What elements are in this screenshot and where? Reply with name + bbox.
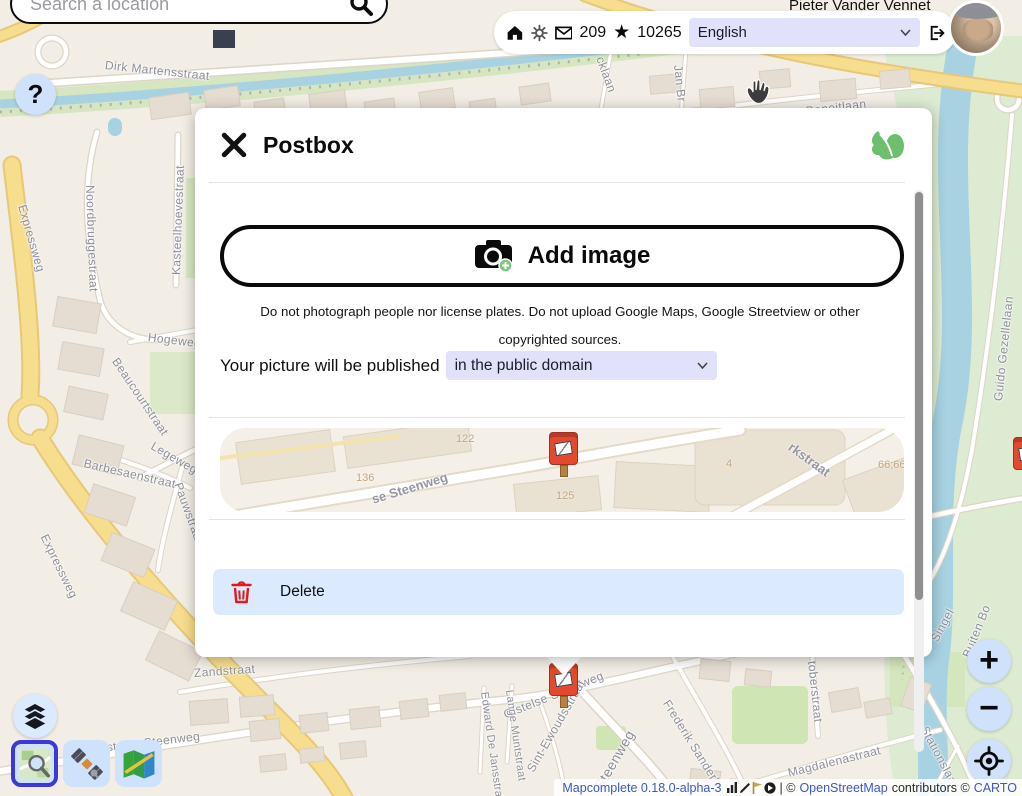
avatar[interactable] bbox=[948, 0, 1004, 56]
osm-link[interactable]: OpenStreetMap bbox=[799, 781, 887, 795]
housenumber: 122 bbox=[456, 433, 474, 445]
user-stats-icon bbox=[726, 782, 738, 793]
camera-icon bbox=[474, 239, 514, 273]
dialog-pointer bbox=[545, 655, 583, 676]
postbox-marker-mini[interactable] bbox=[549, 432, 578, 477]
search-input[interactable] bbox=[28, 0, 348, 16]
messages-icon[interactable] bbox=[555, 26, 573, 40]
scrollbar-thumb[interactable] bbox=[915, 192, 923, 600]
star-icon: ★ bbox=[613, 23, 630, 42]
stars-count: 10265 bbox=[637, 24, 682, 42]
user-toolbar: 209 ★ 10265 English bbox=[494, 11, 956, 54]
logout-icon[interactable] bbox=[927, 23, 946, 43]
geolocate-button[interactable] bbox=[967, 739, 1011, 783]
envelope-glyph bbox=[554, 441, 573, 456]
delete-label: Delete bbox=[280, 583, 325, 601]
housenumber: 136 bbox=[356, 472, 374, 484]
gear-icon[interactable] bbox=[531, 24, 548, 42]
basemap-style-osm-button[interactable] bbox=[11, 740, 58, 787]
dialog-scrollbar[interactable] bbox=[914, 190, 924, 752]
postbox-body bbox=[1013, 437, 1022, 470]
housenumber: 66;66 bbox=[878, 459, 904, 471]
dialog-header: Postbox bbox=[195, 108, 932, 182]
messages-count: 209 bbox=[579, 24, 606, 42]
community-icon bbox=[764, 782, 776, 794]
attribution-bar: Mapcomplete 0.18.0-alpha-3 | © OpenStree… bbox=[554, 779, 1022, 796]
divider bbox=[209, 519, 905, 520]
license-prefix: Your picture will be published bbox=[220, 356, 440, 376]
zoom-out-button[interactable]: − bbox=[967, 687, 1011, 731]
feature-minimap[interactable]: 122 136 125 4 66;66 se Steenweg rkstraat bbox=[220, 428, 904, 512]
pencil-icon bbox=[739, 782, 751, 794]
basemap-style-map-button[interactable] bbox=[115, 740, 162, 787]
layers-icon bbox=[20, 701, 50, 731]
license-select[interactable]: in the public domain bbox=[446, 351, 717, 380]
search-icon[interactable] bbox=[348, 0, 374, 17]
layers-button[interactable] bbox=[13, 694, 57, 738]
license-row: Your picture will be published in the pu… bbox=[220, 351, 910, 380]
postbox-marker-partial[interactable] bbox=[1013, 437, 1022, 482]
postbox-pole bbox=[560, 696, 568, 708]
attribution-separator: | © bbox=[780, 781, 796, 795]
postbox-body bbox=[549, 432, 578, 465]
hand-cursor-icon bbox=[744, 78, 772, 108]
postbox-pole bbox=[560, 465, 568, 477]
close-icon[interactable] bbox=[221, 132, 247, 158]
osm-carto-icon bbox=[17, 746, 53, 782]
delete-button[interactable]: Delete bbox=[213, 569, 904, 615]
attribution-icons bbox=[726, 782, 776, 794]
mapcomplete-app: Dirk Martensstraat Noordbruggestraat Kas… bbox=[0, 0, 1022, 796]
trash-icon bbox=[231, 580, 252, 604]
add-image-button[interactable]: Add image bbox=[220, 225, 904, 287]
help-label: ? bbox=[28, 79, 44, 110]
mapcomplete-logo bbox=[868, 128, 906, 162]
home-icon[interactable] bbox=[506, 23, 524, 42]
help-button[interactable]: ? bbox=[15, 74, 56, 115]
dialog-title: Postbox bbox=[263, 132, 354, 159]
basemap-style-satellite-button[interactable] bbox=[63, 740, 110, 787]
postbox-dialog: Postbox Add image Do not photograph peop… bbox=[195, 108, 932, 657]
carto-link[interactable]: CARTO bbox=[974, 781, 1017, 795]
language-value: English bbox=[698, 24, 747, 41]
geolocate-icon bbox=[974, 746, 1004, 776]
divider bbox=[209, 417, 905, 418]
map-icon bbox=[121, 746, 157, 782]
search-bar[interactable] bbox=[10, 0, 388, 24]
satellite-icon bbox=[70, 747, 104, 781]
license-value: in the public domain bbox=[455, 357, 593, 375]
divider bbox=[209, 182, 905, 183]
housenumber: 125 bbox=[556, 490, 574, 502]
minus-icon: − bbox=[979, 691, 999, 725]
mapcomplete-version-link[interactable]: Mapcomplete 0.18.0-alpha-3 bbox=[562, 781, 721, 795]
language-select[interactable]: English bbox=[689, 18, 921, 47]
flag-icon bbox=[752, 782, 763, 794]
chevron-down-icon bbox=[697, 362, 708, 369]
contributors-text: contributors © bbox=[892, 781, 970, 795]
photo-license-note: Do not photograph people nor license pla… bbox=[225, 298, 895, 354]
housenumber: 4 bbox=[726, 458, 732, 470]
chevron-down-icon bbox=[900, 29, 911, 36]
plus-icon: + bbox=[979, 643, 999, 677]
envelope-glyph bbox=[1018, 446, 1022, 461]
add-image-label: Add image bbox=[528, 242, 651, 270]
zoom-in-button[interactable]: + bbox=[967, 639, 1011, 683]
